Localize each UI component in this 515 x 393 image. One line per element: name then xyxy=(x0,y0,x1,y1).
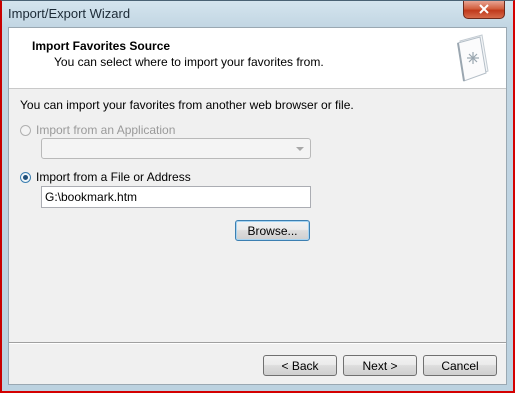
wizard-window: Import/Export Wizard Import Favorites So… xyxy=(0,0,515,393)
intro-text: You can import your favorites from anoth… xyxy=(20,98,354,112)
application-dropdown[interactable] xyxy=(41,138,311,159)
favorites-book-icon xyxy=(454,33,494,83)
radio-label-file: Import from a File or Address xyxy=(36,170,191,184)
close-button[interactable] xyxy=(463,1,505,19)
back-button[interactable]: < Back xyxy=(263,355,337,376)
file-path-input[interactable]: G:\bookmark.htm xyxy=(41,186,311,208)
radio-import-file[interactable]: Import from a File or Address xyxy=(20,170,191,184)
wizard-header: Import Favorites Source You can select w… xyxy=(9,28,506,89)
radio-selected-dot xyxy=(23,174,28,180)
wizard-client-area: Import Favorites Source You can select w… xyxy=(8,27,507,385)
title-bar[interactable]: Import/Export Wizard xyxy=(2,1,513,25)
close-icon xyxy=(479,3,489,17)
radio-label-application: Import from an Application xyxy=(36,123,176,137)
radio-import-application[interactable]: Import from an Application xyxy=(20,123,175,137)
page-subtitle: You can select where to import your favo… xyxy=(54,55,324,69)
footer-separator xyxy=(9,342,506,344)
radio-button-application[interactable] xyxy=(20,124,31,136)
radio-button-file[interactable] xyxy=(20,171,31,183)
cancel-button[interactable]: Cancel xyxy=(423,355,497,376)
window-title: Import/Export Wizard xyxy=(8,6,131,21)
chevron-down-icon xyxy=(296,147,304,151)
next-button[interactable]: Next > xyxy=(343,355,417,376)
page-title: Import Favorites Source xyxy=(32,39,171,53)
browse-button[interactable]: Browse... xyxy=(235,220,310,241)
